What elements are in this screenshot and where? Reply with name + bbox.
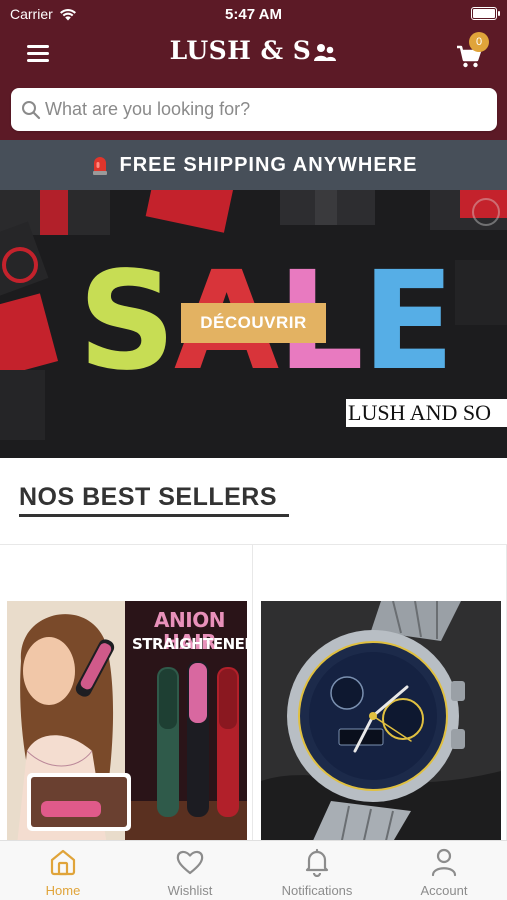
tab-label: Account — [420, 883, 468, 898]
app-header: Carrier 5:47 AM LUSH & S 0 What are you … — [0, 0, 507, 140]
sale-letter: S — [78, 243, 176, 401]
promo-text: FREE SHIPPING ANYWHERE — [119, 153, 418, 176]
top-nav: LUSH & S 0 — [0, 28, 507, 80]
heart-icon — [176, 850, 204, 875]
promo-strip: FREE SHIPPING ANYWHERE — [0, 140, 507, 190]
tab-notifications[interactable]: Notifications — [254, 841, 380, 900]
search-input[interactable] — [45, 88, 485, 131]
people-logo-icon — [314, 43, 337, 61]
cart-count-badge: 0 — [469, 32, 489, 52]
tab-label: Notifications — [281, 883, 353, 898]
brand-name: LUSH & S — [169, 36, 312, 65]
tab-label: Home — [45, 883, 81, 898]
bottom-tab-bar: Home Wishlist Notifications Account — [0, 840, 507, 900]
cart-button[interactable]: 0 — [454, 32, 490, 70]
sale-letter: E — [361, 243, 455, 401]
status-time: 5:47 AM — [225, 6, 282, 23]
search-bar[interactable] — [11, 88, 497, 131]
product-image-subtitle: STRAIGHTENER — [132, 635, 247, 653]
product-card-hair-straightener[interactable]: ANION HAIR STRAIGHTENER — [0, 545, 253, 845]
tab-label: Wishlist — [167, 883, 213, 898]
tab-wishlist[interactable]: Wishlist — [127, 841, 253, 900]
brand-logo[interactable]: LUSH & S — [0, 36, 507, 65]
decouvrir-button[interactable]: DÉCOUVRIR — [181, 303, 326, 343]
bell-icon — [305, 848, 329, 877]
hair-straightener-image[interactable]: ANION HAIR STRAIGHTENER — [7, 601, 247, 845]
watch-illustration — [261, 601, 501, 845]
search-icon — [22, 101, 41, 120]
battery-icon — [471, 7, 500, 20]
section-title-underline — [19, 514, 289, 517]
home-icon — [50, 849, 76, 876]
sale-banner[interactable]: SALE DÉCOUVRIR LUSH AND SO — [0, 190, 507, 458]
siren-icon — [92, 157, 107, 175]
tab-account[interactable]: Account — [381, 841, 507, 900]
banner-brand-tag: LUSH AND SO — [346, 399, 507, 427]
tab-home[interactable]: Home — [0, 841, 126, 900]
user-icon — [431, 848, 457, 877]
product-card-watch[interactable] — [254, 545, 507, 845]
best-sellers-grid: ANION HAIR STRAIGHTENER — [0, 544, 507, 845]
section-title: NOS BEST SELLERS — [19, 483, 278, 511]
watch-image[interactable] — [261, 601, 501, 845]
status-bar: Carrier 5:47 AM — [0, 0, 507, 28]
